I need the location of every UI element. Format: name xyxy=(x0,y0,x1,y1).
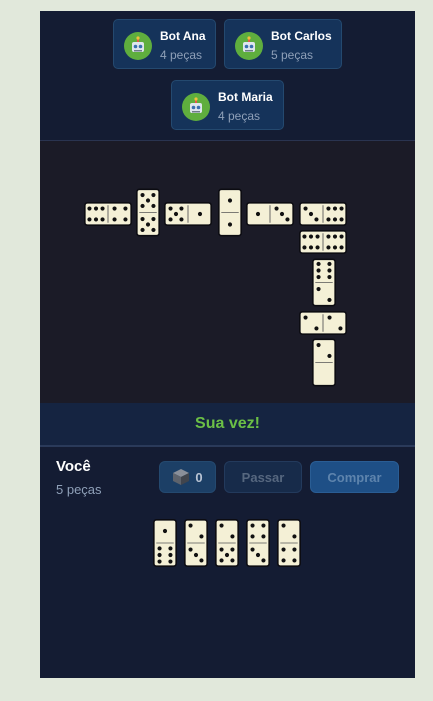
board-domino-tile xyxy=(312,338,336,392)
domino-board xyxy=(40,140,415,404)
opponent-name: Bot Ana xyxy=(160,29,206,43)
boneyard-count: 0 xyxy=(195,469,203,485)
board-domino-tile xyxy=(246,202,294,231)
board-domino-tile xyxy=(136,188,160,242)
robot-avatar-icon xyxy=(124,32,152,60)
hand-domino-tile[interactable] xyxy=(277,518,301,573)
hand-domino-tile[interactable] xyxy=(184,518,208,573)
robot-avatar-icon xyxy=(235,32,263,60)
pass-button[interactable]: Passar xyxy=(224,461,302,493)
player-name: Você xyxy=(56,458,91,475)
buy-button[interactable]: Comprar xyxy=(310,461,399,493)
robot-avatar-icon xyxy=(182,93,210,121)
board-domino-tile xyxy=(312,258,336,312)
opponent-tile-count: 4 peças xyxy=(160,48,203,62)
boneyard-button[interactable]: 0 xyxy=(159,461,216,493)
box-icon xyxy=(173,469,190,485)
opponent-card-ana: Bot Ana 4 peças xyxy=(113,19,216,69)
hand-domino-tile[interactable] xyxy=(215,518,239,573)
turn-status-bar: Sua vez! xyxy=(40,403,415,447)
player-tile-count: 5 peças xyxy=(56,482,102,497)
board-domino-tile xyxy=(84,202,132,231)
board-domino-tile xyxy=(299,230,347,259)
board-domino-tile xyxy=(299,311,347,340)
board-domino-tile xyxy=(218,188,242,242)
opponent-card-carlos: Bot Carlos 5 peças xyxy=(224,19,342,69)
opponent-name: Bot Carlos xyxy=(271,29,332,43)
game-panel: Bot Ana 4 peças Bot Carlos 5 peças Bot M… xyxy=(40,11,415,678)
board-domino-tile xyxy=(164,202,212,231)
turn-status-text: Sua vez! xyxy=(195,415,260,432)
opponent-card-maria: Bot Maria 4 peças xyxy=(171,80,284,130)
opponent-tile-count: 5 peças xyxy=(271,48,314,62)
hand-domino-tile[interactable] xyxy=(153,518,177,573)
board-domino-tile xyxy=(299,202,347,231)
hand-domino-tile[interactable] xyxy=(246,518,270,573)
opponent-name: Bot Maria xyxy=(218,90,273,104)
opponent-tile-count: 4 peças xyxy=(218,109,261,123)
